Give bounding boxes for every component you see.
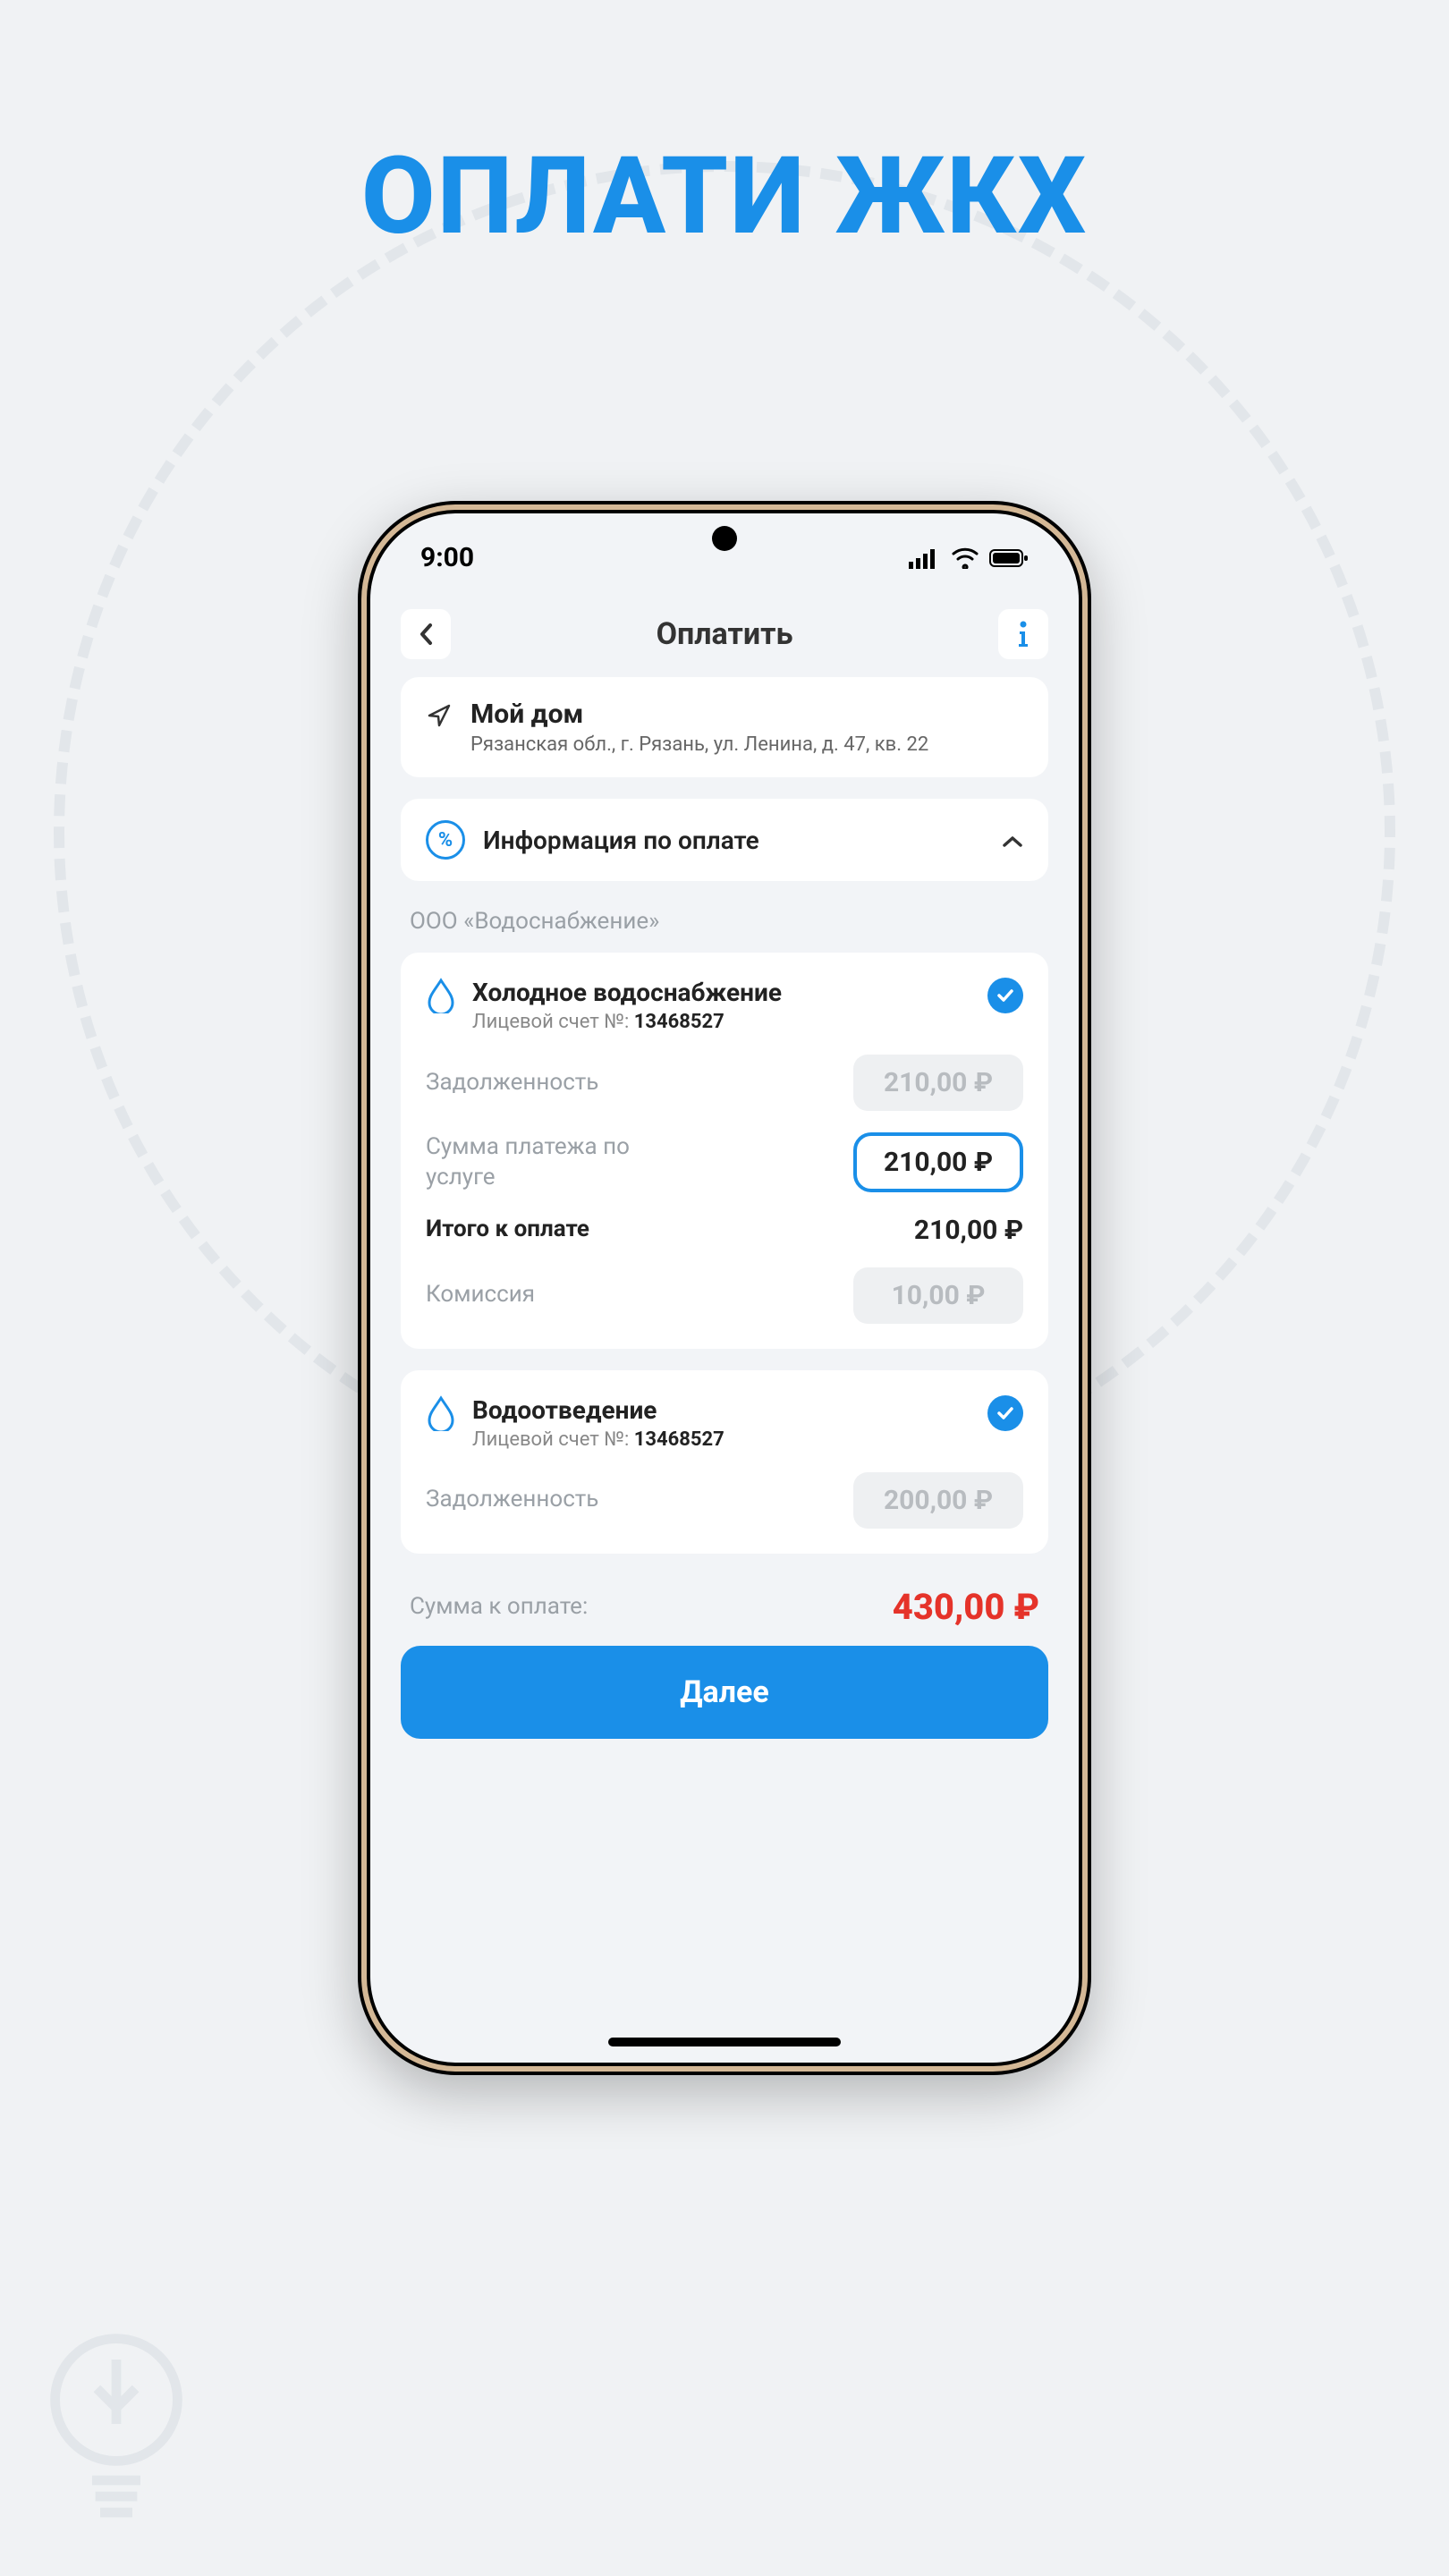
service-card-drainage: Водоотведение Лицевой счет №: 13468527 З… <box>401 1370 1048 1554</box>
service-title: Водоотведение <box>472 1395 971 1425</box>
total-row: Итого к оплате 210,00 ₽ <box>426 1215 1023 1246</box>
service-info: Водоотведение Лицевой счет №: 13468527 <box>472 1395 971 1451</box>
phone-frame: 9:00 Оплатить Мой дом <box>358 501 1091 2075</box>
payment-info-label: Информация по оплате <box>483 826 984 855</box>
company-label: ООО «Водоснабжение» <box>401 902 1048 953</box>
page-headline: ОПЛАТИ ЖКХ <box>0 0 1449 259</box>
lightbulb-icon <box>36 2326 197 2522</box>
address-card[interactable]: Мой дом Рязанская обл., г. Рязань, ул. Л… <box>401 677 1048 777</box>
water-drop-icon <box>426 978 456 1017</box>
amount-input[interactable]: 210,00 ₽ <box>853 1132 1023 1192</box>
header-title: Оплатить <box>657 616 793 652</box>
service-header: Холодное водоснабжение Лицевой счет №: 1… <box>426 978 1023 1033</box>
info-button[interactable] <box>998 609 1048 659</box>
amount-label: Сумма платежа по услуге <box>426 1132 694 1193</box>
amount-row: Сумма платежа по услуге 210,00 ₽ <box>426 1132 1023 1193</box>
water-drop-icon <box>426 1395 456 1435</box>
service-account: Лицевой счет №: 13468527 <box>472 1011 971 1033</box>
service-checkbox[interactable] <box>987 978 1023 1013</box>
chevron-up-icon <box>1002 826 1023 855</box>
chevron-left-icon <box>418 622 434 647</box>
status-icons <box>909 547 1029 569</box>
cellular-icon <box>909 547 941 569</box>
debt-row: Задолженность 200,00 ₽ <box>426 1472 1023 1529</box>
service-info: Холодное водоснабжение Лицевой счет №: 1… <box>472 978 971 1033</box>
service-title: Холодное водоснабжение <box>472 978 971 1007</box>
home-indicator[interactable] <box>608 2038 841 2046</box>
summary-label: Сумма к оплате: <box>410 1593 588 1620</box>
summary-row: Сумма к оплате: 430,00 ₽ <box>401 1575 1048 1646</box>
debt-label: Задолженность <box>426 1485 598 1515</box>
service-header: Водоотведение Лицевой счет №: 13468527 <box>426 1395 1023 1451</box>
payment-info-toggle[interactable]: % Информация по оплате <box>401 799 1048 881</box>
service-card-cold-water: Холодное водоснабжение Лицевой счет №: 1… <box>401 953 1048 1349</box>
next-button[interactable]: Далее <box>401 1646 1048 1739</box>
summary-value: 430,00 ₽ <box>893 1586 1039 1628</box>
back-button[interactable] <box>401 609 451 659</box>
info-icon <box>1017 621 1030 648</box>
status-time: 9:00 <box>420 542 474 573</box>
check-icon <box>996 986 1015 1005</box>
percent-icon: % <box>426 820 465 860</box>
navigation-icon <box>426 702 453 733</box>
fee-value: 10,00 ₽ <box>853 1267 1023 1324</box>
phone-screen: 9:00 Оплатить Мой дом <box>370 513 1079 2063</box>
address-subtitle: Рязанская обл., г. Рязань, ул. Ленина, д… <box>470 733 928 756</box>
battery-icon <box>989 547 1029 569</box>
debt-row: Задолженность 210,00 ₽ <box>426 1055 1023 1111</box>
service-checkbox[interactable] <box>987 1395 1023 1431</box>
debt-value: 210,00 ₽ <box>853 1055 1023 1111</box>
camera-notch <box>712 526 737 551</box>
debt-value: 200,00 ₽ <box>853 1472 1023 1529</box>
address-text: Мой дом Рязанская обл., г. Рязань, ул. Л… <box>470 699 928 756</box>
fee-label: Комиссия <box>426 1280 535 1310</box>
total-label: Итого к оплате <box>426 1215 589 1245</box>
wifi-icon <box>952 547 979 569</box>
fee-row: Комиссия 10,00 ₽ <box>426 1267 1023 1324</box>
app-header: Оплатить <box>370 588 1079 677</box>
check-icon <box>996 1403 1015 1423</box>
content: Мой дом Рязанская обл., г. Рязань, ул. Л… <box>370 677 1079 1739</box>
debt-label: Задолженность <box>426 1068 598 1098</box>
address-title: Мой дом <box>470 699 928 730</box>
total-value: 210,00 ₽ <box>914 1215 1023 1246</box>
service-account: Лицевой счет №: 13468527 <box>472 1428 971 1451</box>
